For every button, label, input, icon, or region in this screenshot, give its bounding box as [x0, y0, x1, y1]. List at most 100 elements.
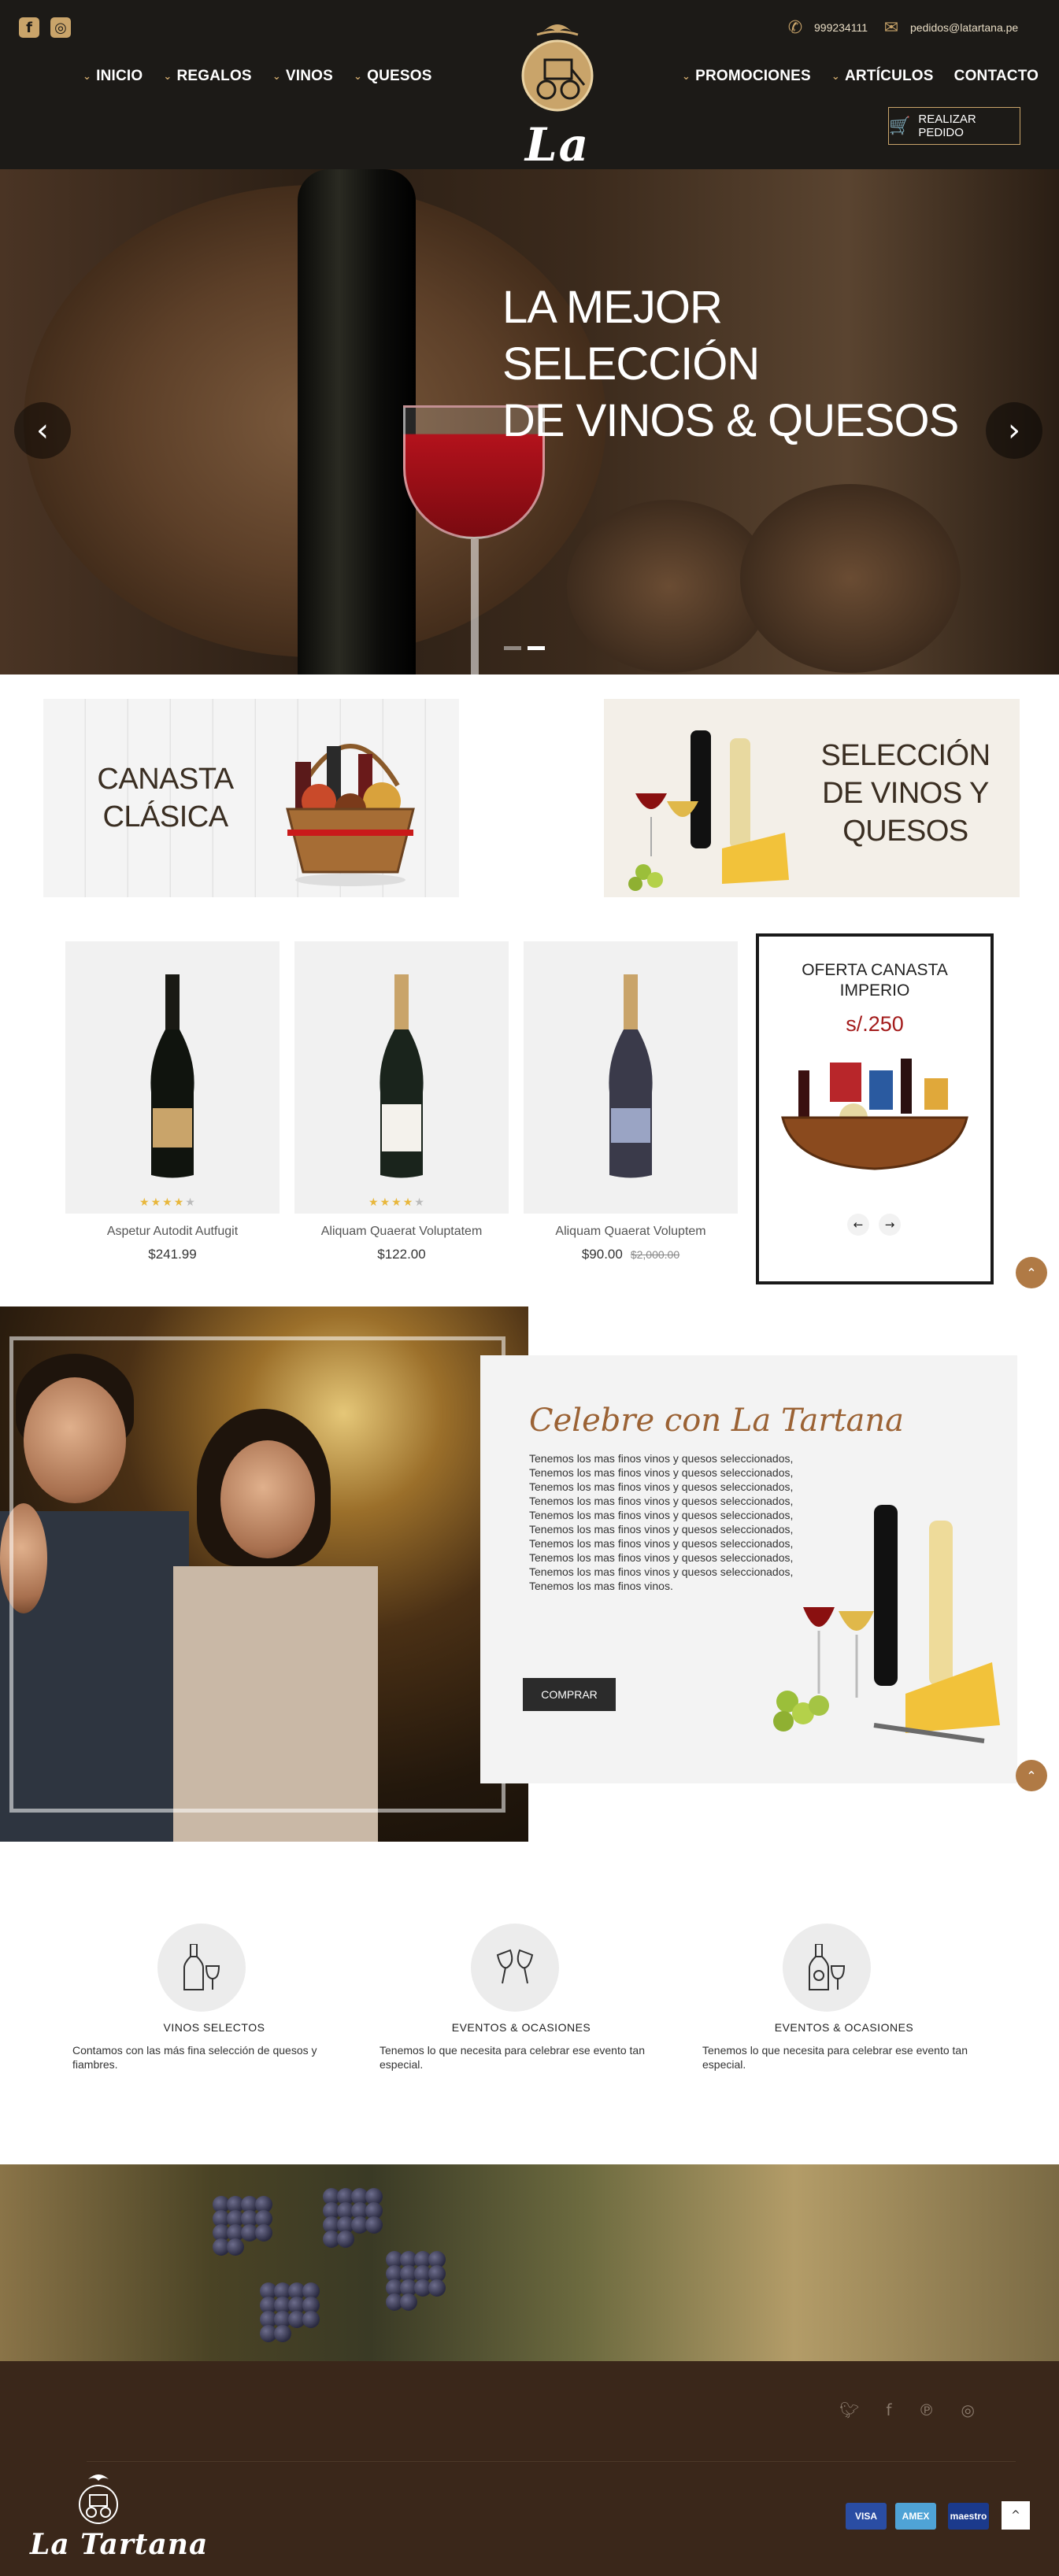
nav-label: ARTÍCULOS [845, 68, 934, 84]
promo-seleccion-vinos-quesos[interactable]: SELECCIÓN DE VINOS Y QUESOS [604, 699, 1020, 897]
feature-title: EVENTOS & OCASIONES [451, 2021, 591, 2034]
footer-divider [87, 2461, 1016, 2462]
hero-glass-stem [471, 539, 479, 674]
nav-item-quesos[interactable]: ⌄ QUESOS [354, 68, 432, 85]
nav-item-vinos[interactable]: ⌄ VINOS [272, 68, 333, 85]
product-price: $122.00 [294, 1247, 509, 1262]
grape [365, 2216, 383, 2234]
wine-cheese-image [773, 1505, 1000, 1743]
product-image[interactable]: ★ ★ ★ ★ ★ [294, 941, 509, 1214]
nav-item-inicio[interactable]: ⌄ INICIO [83, 68, 143, 85]
product-card[interactable]: Aliquam Quaerat Voluptem $90.00 $2,000.00 [524, 941, 738, 1262]
feature-title: VINOS SELECTOS [163, 2021, 265, 2034]
feature-text: Tenemos lo que necesita para celebrar es… [380, 2044, 645, 2071]
nav-label: PROMOCIONES [695, 68, 811, 84]
product-card[interactable]: ★ ★ ★ ★ ★ Aspetur Autodit Autfugit $241.99 [65, 941, 280, 1262]
slider-next-button[interactable]: › [986, 402, 1042, 459]
feature-title: EVENTOS & OCASIONES [774, 2021, 914, 2034]
wine-bottle-glass-icon [157, 1924, 246, 2012]
gift-basket-image [781, 1059, 968, 1170]
grapes-banner-image [0, 2164, 1059, 2361]
promo-title: SELECCIÓN DE VINOS Y QUESOS [807, 737, 1004, 850]
offer-nav: ← → [847, 1214, 901, 1236]
site-header: f ◎ ⌄ INICIO ⌄ REGALOS ⌄ VINOS ⌄ QUESOS La T… [0, 0, 1059, 225]
product-image[interactable] [524, 941, 738, 1214]
offer-title: OFERTA CANASTA IMPERIO [759, 960, 990, 1001]
visa-icon: VISA [846, 2503, 887, 2530]
twitter-icon[interactable]: 🐦︎ [839, 2400, 859, 2419]
nav-label: INICIO [96, 68, 143, 84]
promo-line: QUESOS [842, 815, 968, 848]
wine-cheese-image [628, 730, 789, 891]
promo-line: CLÁSICA [102, 800, 228, 833]
grape [302, 2311, 320, 2328]
chevron-down-icon: ⌄ [682, 70, 691, 83]
product-name[interactable]: Aspetur Autodit Autfugit [65, 1225, 280, 1239]
chevron-down-icon: ⌄ [83, 70, 92, 83]
slider-dot[interactable] [504, 646, 521, 650]
offer-card[interactable]: OFERTA CANASTA IMPERIO s/.250 ← → [756, 933, 994, 1284]
footer-logo-text: La Tartana [30, 2528, 209, 2561]
scroll-up-button[interactable]: ⌃ [1016, 1760, 1047, 1791]
nav-left: ⌄ INICIO ⌄ REGALOS ⌄ VINOS ⌄ QUESOS [83, 68, 432, 85]
facebook-icon[interactable]: f [19, 17, 39, 38]
nav-item-articulos[interactable]: ⌄ ARTÍCULOS [831, 68, 934, 85]
old-price-value: $2,000.00 [630, 1248, 680, 1261]
slider-dot-active[interactable] [528, 646, 545, 650]
site-logo[interactable]: La Tartana [431, 8, 683, 225]
feature-text: Tenemos lo que necesita para celebrar es… [702, 2044, 968, 2071]
chevron-down-icon: ⌄ [354, 70, 363, 83]
order-label: REALIZAR PEDIDO [918, 113, 976, 139]
mail-icon: ✉ [883, 17, 899, 38]
cart-icon: 🛒 [889, 116, 911, 136]
buy-button[interactable]: COMPRAR [523, 1678, 616, 1711]
header-social: f ◎ [19, 17, 71, 38]
grape [337, 2230, 354, 2248]
email-address: pedidos@latartana.pe [910, 21, 1019, 34]
slider-dots [504, 646, 545, 650]
toast-glasses-icon [471, 1924, 559, 2012]
celebrate-panel: Celebre con La Tartana Tenemos los mas f… [480, 1355, 1017, 1783]
nav-label: VINOS [285, 68, 334, 84]
instagram-icon[interactable]: ◎ [50, 17, 71, 38]
offer-next-button[interactable]: → [879, 1214, 901, 1236]
offer-prev-button[interactable]: ← [847, 1214, 869, 1236]
product-card[interactable]: ★ ★ ★ ★ ★ Aliquam Quaerat Voluptatem $122.00 [294, 941, 509, 1262]
friends-toasting-image [0, 1306, 528, 1842]
grape [227, 2238, 244, 2256]
product-price: $90.00 $2,000.00 [524, 1247, 738, 1262]
nav-right: ⌄ PROMOCIONES ⌄ ARTÍCULOS CONTACTO [682, 68, 1039, 85]
instagram-icon[interactable]: ◎ [961, 2400, 974, 2419]
maestro-icon: maestro [948, 2503, 989, 2530]
product-image[interactable]: ★ ★ ★ ★ ★ [65, 941, 280, 1214]
header-email[interactable]: ✉ pedidos@latartana.pe [880, 17, 1018, 38]
slider-prev-button[interactable]: ‹ [14, 402, 71, 459]
photo-frame [9, 1336, 505, 1813]
header-phone[interactable]: ✆ 999234111 [784, 17, 868, 38]
facebook-icon[interactable]: f [886, 2400, 891, 2419]
nav-item-promociones[interactable]: ⌄ PROMOCIONES [682, 68, 811, 85]
nav-item-contacto[interactable]: CONTACTO [954, 68, 1039, 85]
promo-title: CANASTA CLÁSICA [83, 760, 248, 836]
scroll-up-button[interactable]: ⌃ [1016, 1257, 1047, 1288]
promo-canasta-clasica[interactable]: CANASTA CLÁSICA [43, 699, 459, 897]
feature-text: Contamos con las más fina selección de q… [72, 2044, 317, 2071]
footer-social: 🐦︎ f ℗ ◎ [839, 2400, 975, 2419]
site-footer: 🐦︎ f ℗ ◎ La Tartana VISA AMEX maestro ^ [0, 2361, 1059, 2576]
grape [255, 2224, 272, 2242]
phone-number: 999234111 [814, 21, 868, 34]
hero-barrel-image [740, 484, 961, 673]
carriage-logo-icon [79, 2474, 118, 2524]
chevron-down-icon: ⌄ [163, 70, 172, 83]
price-value: $90.00 [581, 1247, 623, 1262]
product-name[interactable]: Aliquam Quaerat Voluptem [524, 1225, 738, 1239]
hero-bottle-image [298, 169, 416, 674]
order-button[interactable]: 🛒 REALIZAR PEDIDO [888, 107, 1020, 145]
nav-item-regalos[interactable]: ⌄ REGALOS [163, 68, 251, 85]
hero-title: LA MEJOR SELECCIÓN DE VINOS & QUESOS [502, 279, 990, 449]
pinterest-icon[interactable]: ℗ [918, 2400, 934, 2419]
price-value: $122.00 [377, 1247, 426, 1262]
offer-price: s/.250 [846, 1012, 904, 1036]
product-name[interactable]: Aliquam Quaerat Voluptatem [294, 1225, 509, 1239]
back-to-top-button[interactable]: ^ [1002, 2501, 1030, 2530]
